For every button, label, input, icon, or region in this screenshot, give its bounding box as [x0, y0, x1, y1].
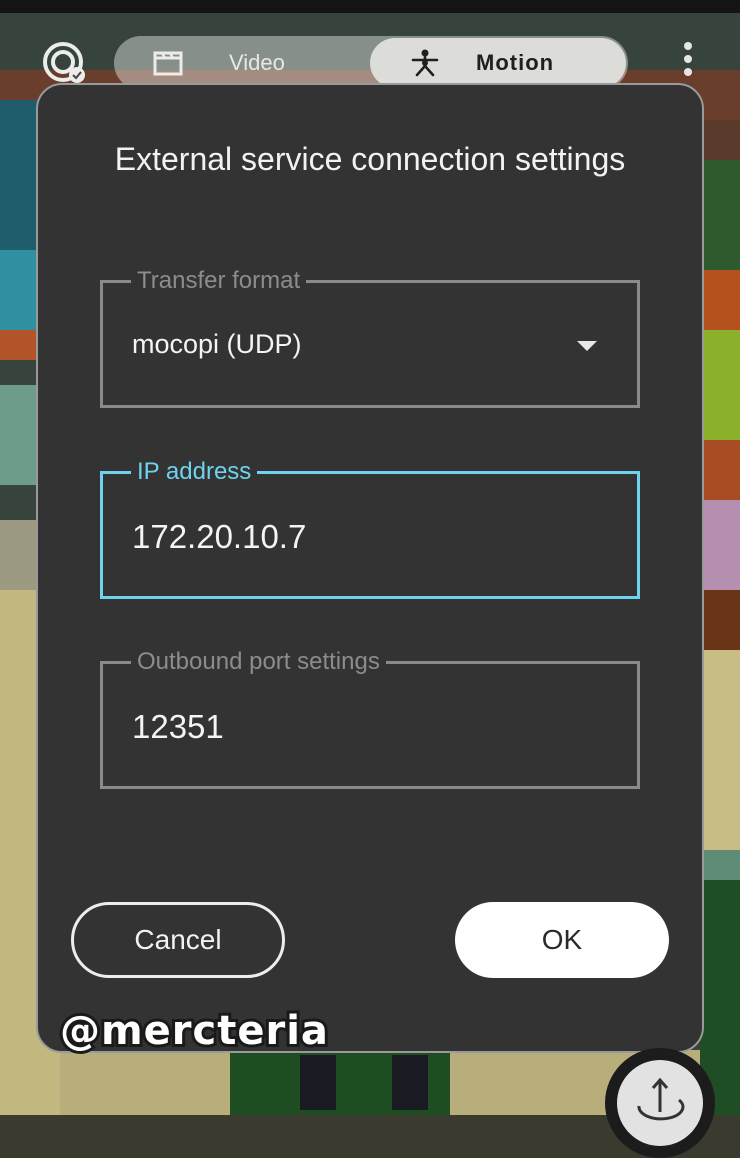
ok-button[interactable]: OK [455, 902, 669, 978]
outbound-port-value[interactable]: 12351 [132, 708, 224, 746]
transfer-format-value: mocopi (UDP) [132, 329, 302, 359]
ip-address-label: IP address [131, 458, 258, 486]
record-check-icon[interactable] [42, 41, 86, 85]
watermark: @mercteria [57, 1005, 331, 1057]
outbound-port-field[interactable]: Outbound port settings 12351 [100, 648, 640, 789]
tab-video[interactable]: Video [140, 36, 340, 90]
rotate-icon[interactable] [617, 1060, 703, 1146]
dropdown-arrow-icon[interactable] [577, 341, 597, 351]
outbound-port-label: Outbound port settings [131, 648, 386, 676]
ip-address-field[interactable]: IP address 172.20.10.7 [100, 458, 640, 599]
clapperboard-icon [153, 50, 183, 76]
status-bar [0, 0, 740, 13]
ip-address-value[interactable]: 172.20.10.7 [132, 518, 306, 556]
transfer-format-label: Transfer format [131, 267, 307, 295]
transfer-format-select[interactable]: Transfer format mocopi (UDP) [100, 267, 640, 408]
dialog-title: External service connection settings [114, 141, 626, 177]
tab-video-label: Video [229, 50, 285, 75]
tab-motion-label: Motion [476, 50, 555, 75]
cancel-button[interactable]: Cancel [71, 902, 285, 978]
more-vertical-icon[interactable] [678, 42, 698, 84]
tab-motion[interactable]: Motion [370, 38, 626, 88]
skeleton-figure-icon [410, 48, 440, 78]
